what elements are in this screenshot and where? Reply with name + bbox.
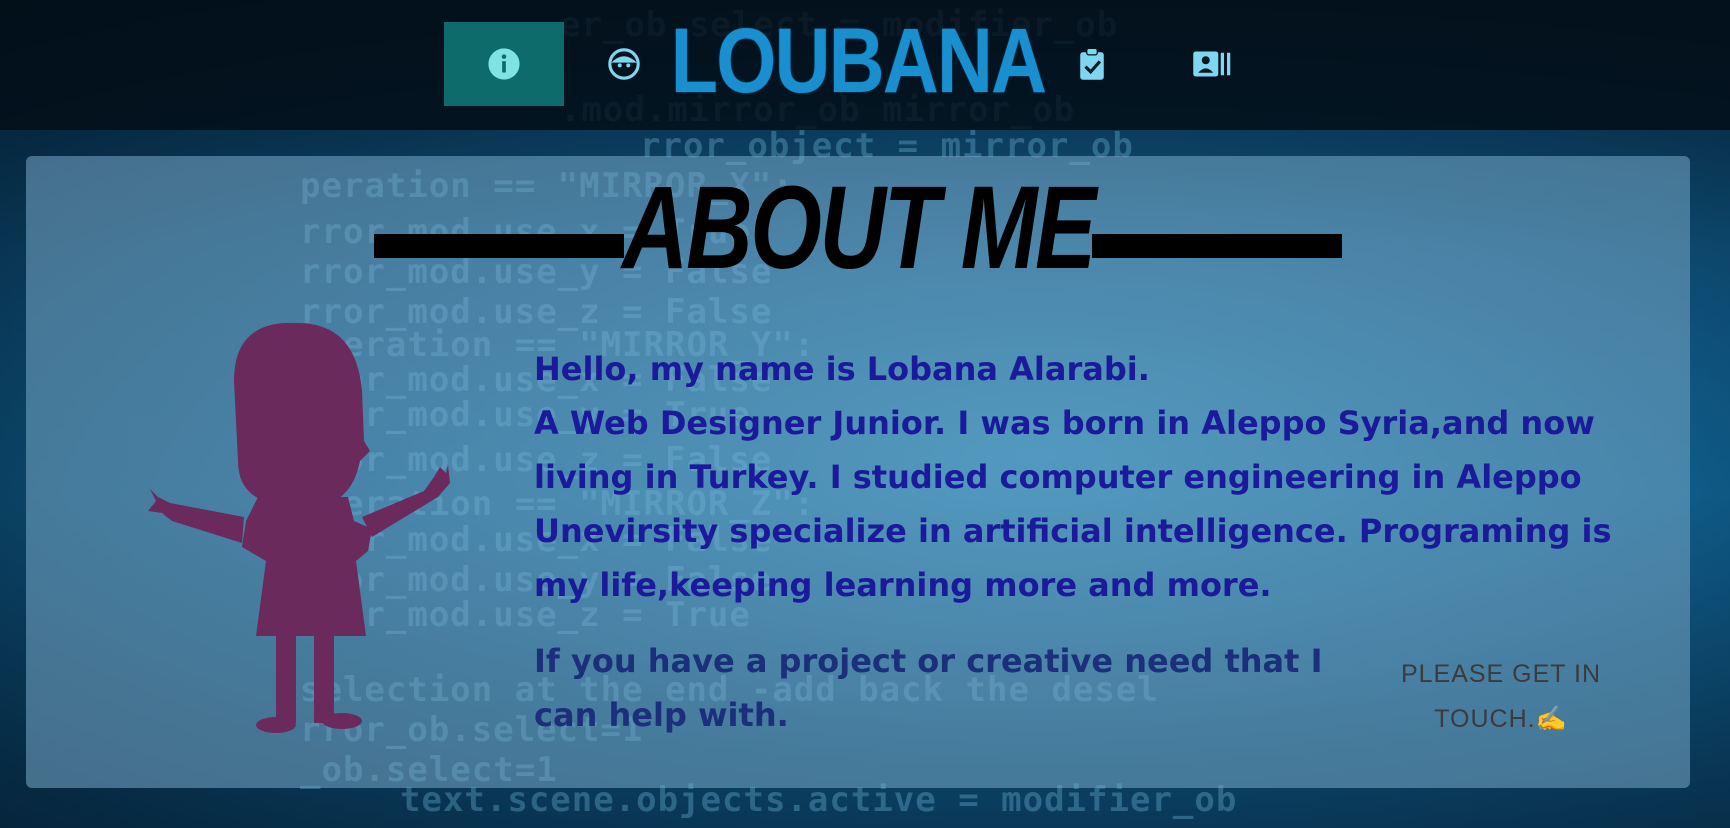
site-logo[interactable]: LOUBANA [671, 10, 1047, 112]
intro-paragraph: Hello, my name is Lobana Alarabi. A Web … [534, 350, 1612, 604]
girl-silhouette [148, 322, 450, 733]
nav-item-about[interactable] [444, 22, 564, 106]
face-icon [608, 48, 640, 80]
cta-paragraph: If you have a project or creative need t… [534, 642, 1323, 734]
heading-divider-right [1092, 234, 1342, 258]
clipboard-check-icon [1080, 47, 1104, 80]
info-icon [488, 48, 520, 80]
page-title: ABOUT ME [621, 162, 1096, 294]
about-card: ABOUT ME Hello, my name is Lobana Alarab… [26, 156, 1690, 788]
navbar: LOUBANA [0, 0, 1730, 130]
heading-divider-left [374, 234, 624, 258]
contact-card-icon [1193, 51, 1231, 77]
heading-row: ABOUT ME [26, 162, 1690, 294]
nav-item-tasks[interactable] [1032, 22, 1152, 106]
nav-item-face[interactable] [564, 22, 684, 106]
nav-item-contact[interactable] [1152, 22, 1272, 106]
contact-link[interactable]: PLEASE GET IN TOUCH.✍ [1386, 652, 1616, 742]
